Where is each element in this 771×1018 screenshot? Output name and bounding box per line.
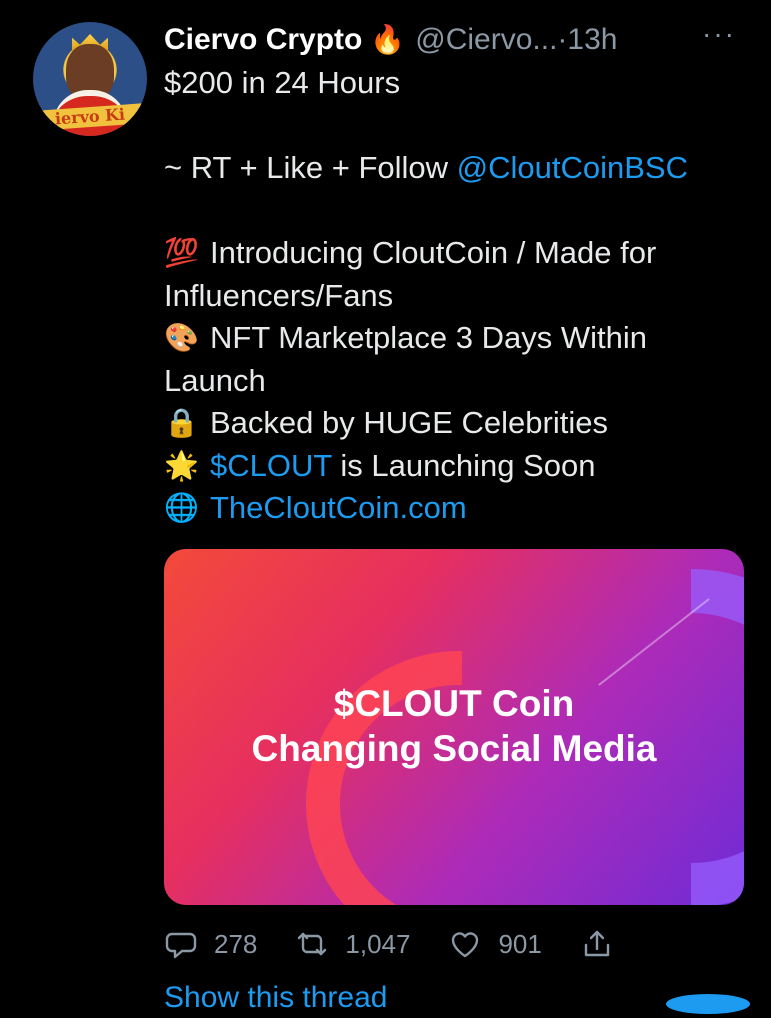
retweet-button[interactable]: 1,047: [295, 927, 410, 961]
star-icon: 🌟: [164, 449, 199, 481]
more-options-icon[interactable]: ···: [702, 14, 736, 54]
feature-text-2: NFT Marketplace 3 Days Within: [210, 320, 647, 355]
website-link[interactable]: TheCloutCoin.com: [210, 490, 467, 525]
retweet-count: 1,047: [345, 928, 411, 959]
media-title: $CLOUT Coin Changing Social Media: [164, 681, 744, 771]
reply-count: 278: [214, 928, 258, 959]
tweet-line-1: $200 in 24 Hours: [164, 65, 401, 100]
compose-button[interactable]: [666, 994, 750, 1014]
hundred-points-icon: 💯: [164, 237, 199, 268]
reply-button[interactable]: 278: [164, 927, 257, 961]
tweet-line-2: ~ RT + Like + Follow @CloutCoinBSC: [164, 147, 734, 190]
media-title-line-2: Changing Social Media: [251, 728, 657, 769]
follow-prefix: ~ RT + Like + Follow: [164, 150, 457, 185]
tweet-body: $200 in 24 Hours ~ RT + Like + Follow @C…: [164, 62, 734, 530]
fire-icon: 🔥: [370, 24, 406, 55]
heart-icon: [452, 932, 479, 958]
avatar-banner: iervo Ki: [33, 103, 147, 131]
feature-text-4: is Launching Soon: [331, 447, 596, 483]
share-icon: [584, 930, 610, 957]
retweet-icon: [298, 932, 327, 956]
globe-icon: 🌐: [164, 492, 199, 523]
feature-line-5: 🌐 TheCloutCoin.com: [164, 487, 734, 530]
feature-line-2: 🎨 NFT Marketplace 3 Days Within: [164, 317, 734, 360]
tweet-actions: 278 1,047 901: [164, 923, 664, 965]
like-count: 901: [498, 928, 542, 959]
show-thread-link[interactable]: Show this thread: [164, 978, 387, 1018]
cashtag-link[interactable]: $CLOUT: [210, 448, 332, 483]
feature-line-3: 🔒 Backed by HUGE Celebrities: [164, 402, 734, 445]
like-button[interactable]: 901: [448, 927, 542, 961]
author-avatar[interactable]: iervo Ki: [33, 22, 147, 136]
tweet-header: Ciervo Crypto 🔥 @Ciervo... ·13h ···: [164, 18, 764, 62]
palette-icon: 🎨: [164, 322, 199, 353]
author-handle[interactable]: @Ciervo...: [415, 20, 557, 60]
lock-icon: 🔒: [164, 407, 199, 438]
feature-text-1: Introducing CloutCoin / Made for: [210, 235, 657, 270]
reply-icon: [165, 932, 197, 959]
share-button[interactable]: [580, 927, 614, 961]
media-card[interactable]: $CLOUT Coin Changing Social Media: [164, 549, 744, 905]
feature-line-1-cont: Influencers/Fans: [164, 277, 394, 313]
feature-line-4: 🌟 $CLOUT is Launching Soon: [164, 445, 734, 488]
feature-line-1: 💯 Introducing CloutCoin / Made for: [164, 232, 734, 275]
author-name[interactable]: Ciervo Crypto: [164, 20, 362, 60]
feature-text-3: Backed by HUGE Celebrities: [210, 405, 608, 440]
feature-line-2-cont: Launch: [164, 362, 266, 398]
media-title-line-1: $CLOUT Coin: [333, 683, 575, 724]
mention-link[interactable]: @CloutCoinBSC: [457, 150, 688, 185]
tweet-time[interactable]: ·13h: [557, 20, 617, 60]
